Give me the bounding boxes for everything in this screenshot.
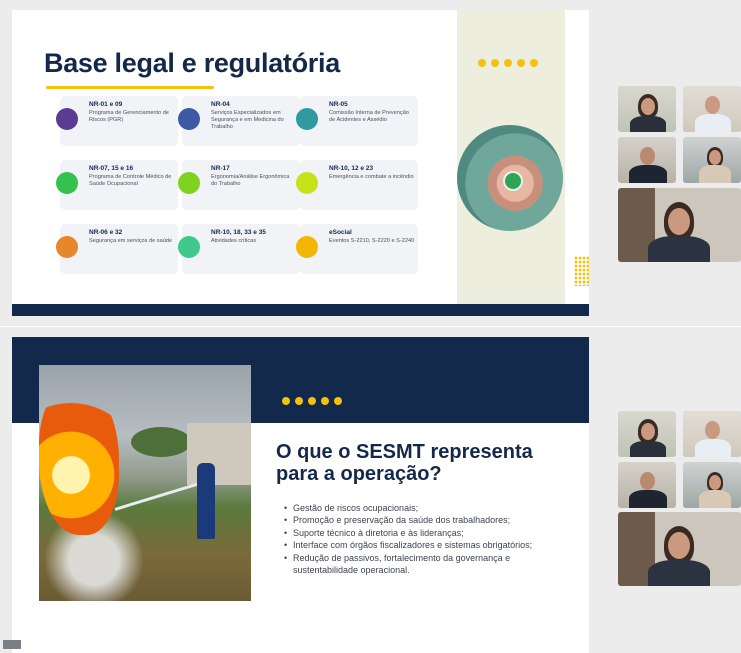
decorative-dots: [282, 397, 342, 405]
extinguisher-spray: [114, 481, 204, 511]
nr-card-circle-icon: [178, 172, 200, 194]
screen-share-bottom: O que o SESMT representa para a operação…: [0, 327, 741, 653]
nr-card: NR-05 Comissão Interna de Prevenção de Ac…: [296, 96, 418, 146]
nr-card-title: NR-04: [211, 101, 230, 108]
nr-card-circle-icon: [296, 236, 318, 258]
nr-card: NR-04 Serviços Especializados em Seguranç…: [178, 96, 300, 146]
nr-card-description: Programa de Gerenciamento de Riscos (PGR…: [89, 110, 169, 124]
nr-card-description: Atividades críticas: [211, 238, 257, 244]
slide-sesmt: O que o SESMT representa para a operação…: [12, 337, 589, 653]
nr-card-circle-icon: [296, 172, 318, 194]
nr-card: NR-10, 18, 33 e 35 Atividades críticas: [178, 224, 300, 274]
nr-card-title: NR-17: [211, 165, 230, 172]
nr-card: eSocial Eventos S-2210, S-2220 e S-2240: [296, 224, 418, 274]
title-underline: [46, 86, 214, 89]
nr-card-description: Ergonomia/Análise Ergonômica do Trabalho: [211, 174, 290, 188]
bullet-item: Interface com órgãos fiscalizadores e si…: [284, 539, 574, 552]
bullet-item: Gestão de riscos ocupacionais;: [284, 502, 574, 515]
nr-card-circle-icon: [56, 108, 78, 130]
nr-card-circle-icon: [56, 236, 78, 258]
tree-shape: [131, 427, 191, 457]
nr-card: NR-06 e 32 Segurança em serviços de saúde: [56, 224, 178, 274]
nr-card-circle-icon: [178, 236, 200, 258]
participant-video-large[interactable]: [618, 512, 741, 586]
nr-card-description: Programa de Controle Médico de Saúde Ocu…: [89, 174, 172, 188]
participant-video-active[interactable]: [683, 411, 741, 457]
nr-card-circle-icon: [178, 108, 200, 130]
bullet-item: Promoção e preservação da saúde dos trab…: [284, 514, 574, 527]
nr-card-description: Comissão Interna de Prevenção de Acident…: [329, 110, 409, 124]
nr-card-description: Emergência e combate a incêndio: [329, 174, 414, 180]
participant-video[interactable]: [683, 137, 741, 183]
nr-card-title: NR-06 e 32: [89, 229, 123, 236]
nr-card-circle-icon: [56, 172, 78, 194]
slide-base-legal: Base legal e regulatória NR-01 e 09 Progr…: [12, 10, 589, 316]
nr-card: NR-07, 15 e 16 Programa de Controle Médic…: [56, 160, 178, 210]
decorative-dots: [478, 59, 538, 67]
hands-circle-photo: [457, 125, 563, 231]
participant-video-large[interactable]: [618, 188, 741, 262]
participant-video[interactable]: [618, 137, 676, 183]
participant-video[interactable]: [618, 462, 676, 508]
participant-video[interactable]: [618, 411, 676, 457]
nr-card: NR-01 e 09 Programa de Gerenciamento de R…: [56, 96, 178, 146]
screen-share-top: Base legal e regulatória NR-01 e 09 Progr…: [0, 0, 741, 326]
participant-video-active[interactable]: [683, 86, 741, 132]
slide-title: Base legal e regulatória: [44, 48, 340, 78]
nr-card-title: eSocial: [329, 229, 352, 236]
participant-video[interactable]: [683, 462, 741, 508]
fire-training-photo: [39, 365, 251, 601]
nr-card: NR-17 Ergonomia/Análise Ergonômica do Tra…: [178, 160, 300, 210]
nr-card-title: NR-10, 18, 33 e 35: [211, 229, 266, 236]
slide-title: O que o SESMT representa para a operação…: [276, 441, 533, 485]
nr-card: NR-10, 12 e 23 Emergência e combate a inc…: [296, 160, 418, 210]
nr-card-circle-icon: [296, 108, 318, 130]
nr-card-title: NR-05: [329, 101, 348, 108]
nr-card-title: NR-01 e 09: [89, 101, 123, 108]
corner-badge: [3, 640, 21, 649]
bullet-item: Suporte técnico à diretoria e às lideran…: [284, 527, 574, 540]
nr-card-title: NR-10, 12 e 23: [329, 165, 374, 172]
slide-footer-bar: [12, 304, 589, 316]
participant-video[interactable]: [618, 86, 676, 132]
bullet-list: Gestão de riscos ocupacionais;Promoção e…: [284, 502, 574, 576]
nr-card-description: Eventos S-2210, S-2220 e S-2240: [329, 238, 415, 244]
decorative-dot-grid: [574, 256, 589, 286]
nr-card-description: Serviços Especializados em Segurança e e…: [211, 110, 284, 131]
nr-card-title: NR-07, 15 e 16: [89, 165, 134, 172]
firefighter-figure: [197, 463, 215, 539]
bullet-item: Redução de passivos, fortalecimento da g…: [284, 552, 574, 577]
flame-icon: [39, 385, 119, 535]
health-badge-icon: [503, 171, 523, 191]
nr-card-description: Segurança em serviços de saúde: [89, 238, 173, 244]
